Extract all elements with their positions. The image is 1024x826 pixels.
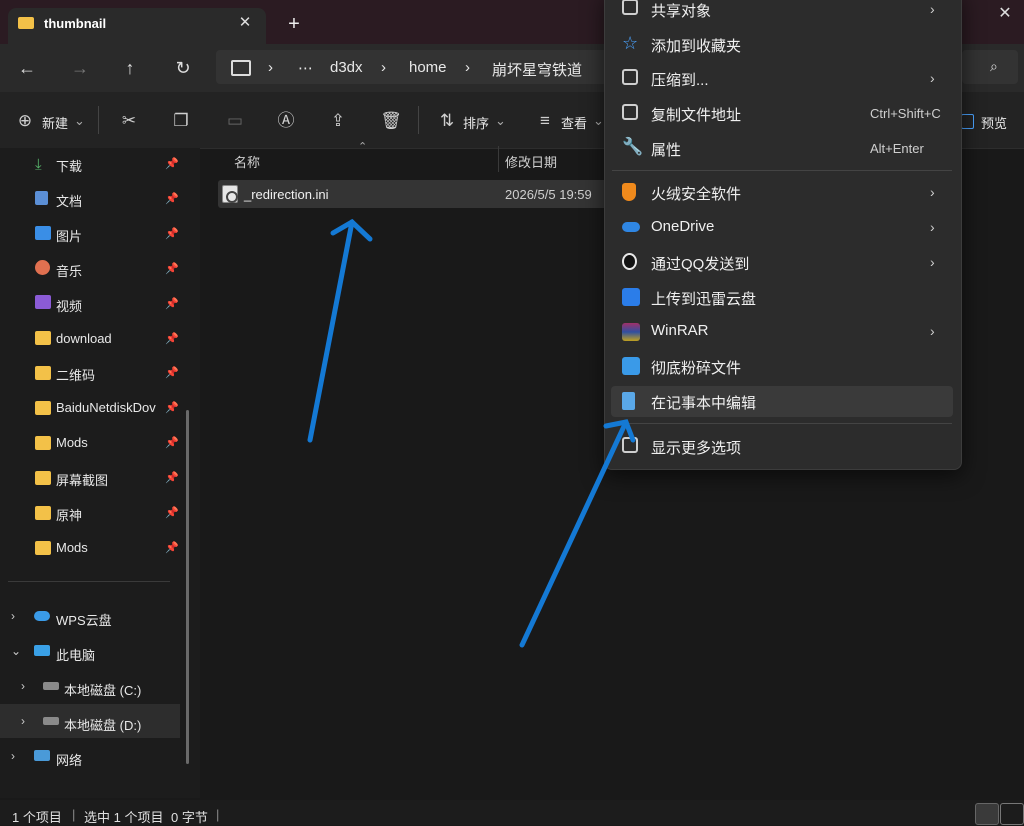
- arrow-to-notepad: [519, 419, 636, 648]
- arrow-to-file: [307, 218, 373, 443]
- annotation-arrows: [307, 218, 636, 648]
